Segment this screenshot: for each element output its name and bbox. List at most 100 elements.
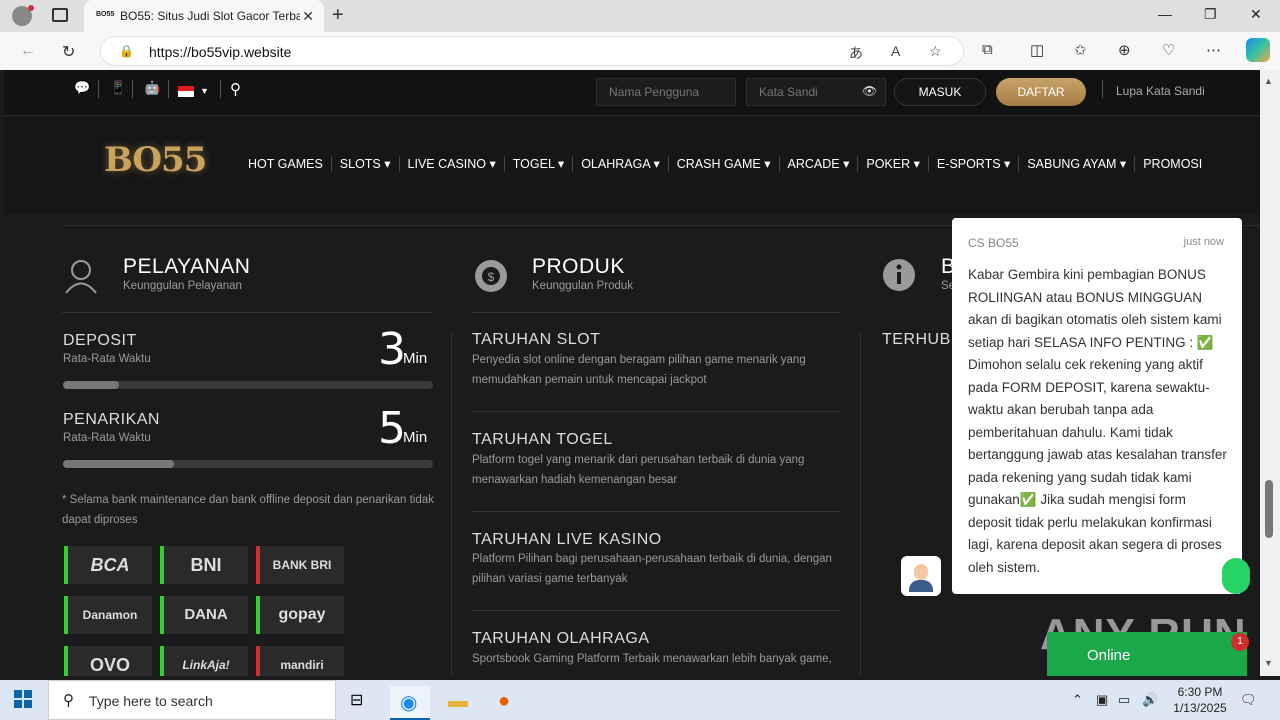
back-icon[interactable]: ←	[20, 42, 36, 60]
scroll-up-icon[interactable]: ▲	[1264, 76, 1273, 86]
read-aloud-icon[interactable]: A	[891, 43, 900, 59]
divider	[471, 312, 841, 313]
task-view-icon[interactable]: ⊟	[340, 686, 380, 720]
copilot-icon[interactable]	[1246, 38, 1270, 62]
withdraw-bar-fill	[63, 460, 174, 468]
extensions-icon[interactable]: ⧉	[982, 41, 993, 58]
indonesia-flag-icon[interactable]	[178, 86, 194, 97]
show-password-icon[interactable]: 👁	[862, 84, 877, 98]
refresh-icon[interactable]: ↻	[62, 42, 75, 62]
chat-sender: CS BO55	[968, 236, 1019, 250]
search-placeholder: Type here to search	[89, 693, 213, 709]
menu-item-promosi[interactable]: PROMOSI	[1134, 156, 1210, 172]
deposit-unit: Min	[403, 350, 428, 367]
menu-item-slots[interactable]: SLOTS ▾	[330, 156, 399, 172]
login-button[interactable]: MASUK	[894, 78, 986, 106]
bank-bri: BANK BRI	[256, 546, 344, 584]
android-icon[interactable]: 🤖	[144, 80, 160, 96]
collections-icon[interactable]: ⊕	[1118, 41, 1131, 59]
menu-item-live-casino[interactable]: LIVE CASINO ▾	[398, 156, 504, 172]
menu-item-olahraga[interactable]: OLAHRAGA ▾	[572, 156, 668, 172]
coin-icon: $	[475, 260, 507, 292]
chat-popup[interactable]: CS BO55 just now Kabar Gembira kini pemb…	[952, 218, 1242, 594]
divider	[98, 80, 99, 98]
scrollbar-thumb[interactable]	[1265, 480, 1273, 538]
product-title: PRODUK	[532, 255, 625, 278]
file-explorer-icon[interactable]: ▬	[438, 686, 478, 720]
close-icon[interactable]: ✕	[302, 8, 314, 25]
username-field[interactable]	[596, 78, 736, 106]
online-chat-button[interactable]: Online	[1047, 632, 1247, 676]
favorite-icon[interactable]: ☆	[929, 43, 942, 60]
minimize-icon[interactable]: —	[1158, 6, 1172, 22]
mobile-icon[interactable]: 📱	[110, 80, 126, 96]
bank-mandiri: mandiri	[256, 646, 344, 676]
device-icon[interactable]: ▣	[1096, 692, 1108, 708]
divider	[471, 511, 841, 512]
firefox-icon[interactable]: ●	[488, 686, 528, 720]
withdraw-sub: Rata-Rata Waktu	[63, 432, 151, 444]
divider	[168, 80, 169, 98]
lock-icon[interactable]: 🔒	[119, 44, 134, 58]
agent-avatar	[901, 556, 941, 596]
menu-item-arcade[interactable]: ARCADE ▾	[778, 156, 858, 172]
url-text[interactable]: https://bo55vip.website	[149, 44, 291, 60]
deposit-bar-fill	[63, 381, 119, 389]
chat-time: just now	[1183, 236, 1224, 248]
windows-start-icon[interactable]	[14, 690, 32, 708]
chat-icon[interactable]: 💬	[74, 80, 90, 96]
clock-time: 6:30 PM	[1177, 685, 1223, 699]
search-icon[interactable]: ⚲	[230, 80, 241, 98]
product-item-title: TARUHAN TOGEL	[472, 431, 613, 448]
withdraw-unit: Min	[403, 429, 428, 446]
notification-icon[interactable]: 🗨	[1240, 692, 1257, 708]
product-item-title: TARUHAN OLAHRAGA	[472, 630, 650, 647]
translate-icon[interactable]: あ	[849, 43, 863, 63]
bank-bni: BNI	[160, 546, 248, 584]
withdraw-value: 5	[378, 403, 406, 454]
more-icon[interactable]: ⋯	[1206, 41, 1221, 59]
bank-danamon: Danamon	[64, 596, 152, 634]
product-item-desc: Penyedia slot online dengan beragam pili…	[472, 354, 806, 386]
performance-icon[interactable]: ♡	[1162, 41, 1175, 59]
scroll-down-icon[interactable]: ▼	[1264, 658, 1273, 668]
site-logo[interactable]: BO55	[104, 140, 207, 180]
divider	[220, 80, 221, 98]
menu-item-hot-games[interactable]: HOT GAMES	[240, 156, 331, 172]
taskbar-search[interactable]: ⚲ Type here to search	[48, 680, 336, 720]
bank-dana: DANA	[160, 596, 248, 634]
window-close-icon[interactable]: ✕	[1250, 6, 1262, 23]
new-tab-icon[interactable]: +	[332, 4, 344, 27]
whatsapp-icon[interactable]	[1222, 558, 1250, 594]
forgot-password-link[interactable]: Lupa Kata Sandi	[1116, 84, 1205, 98]
top-strip: 💬 📱 🤖 ▼ ⚲ 👁 MASUK DAFTAR Lupa Kata Sandi	[4, 70, 1260, 116]
deposit-bar	[63, 381, 433, 389]
maximize-icon[interactable]: ❐	[1204, 6, 1217, 23]
menu-item-sabung-ayam[interactable]: SABUNG AYAM ▾	[1018, 156, 1134, 172]
address-bar[interactable]: 🔒 https://bo55vip.website あ A ☆	[100, 36, 964, 66]
divider	[62, 312, 432, 313]
menu-item-poker[interactable]: POKER ▾	[857, 156, 928, 172]
tab-actions-icon[interactable]	[52, 8, 68, 22]
clock[interactable]: 6:30 PM 1/13/2025	[1160, 684, 1240, 716]
notification-dot	[28, 5, 34, 11]
product-subtitle: Keunggulan Produk	[532, 280, 634, 292]
deposit-sub: Rata-Rata Waktu	[63, 353, 151, 365]
product-item-desc: Platform Pilihan bagi perusahaan-perusah…	[472, 553, 832, 585]
network-icon[interactable]: ▭	[1118, 692, 1130, 708]
register-button[interactable]: DAFTAR	[996, 78, 1086, 106]
edge-icon[interactable]: ◉	[390, 686, 430, 720]
menu-item-crash-game[interactable]: CRASH GAME ▾	[667, 156, 779, 172]
menu-item-togel[interactable]: TOGEL ▾	[503, 156, 572, 172]
chevron-down-icon[interactable]: ▼	[200, 86, 209, 96]
windows-taskbar: ⚲ Type here to search ⊟ ◉ ▬ ● ⌃ ▣ ▭ 🔊 6:…	[0, 680, 1280, 720]
browser-tab[interactable]: BO55 BO55: Situs Judi Slot Gacor Terbaik…	[84, 0, 324, 32]
service-title: PELAYANAN	[123, 255, 251, 278]
volume-icon[interactable]: 🔊	[1142, 692, 1158, 708]
chevron-up-icon[interactable]: ⌃	[1072, 692, 1083, 708]
favorites-bar-icon[interactable]: ✩	[1074, 41, 1087, 59]
split-screen-icon[interactable]: ◫	[1030, 41, 1044, 59]
search-icon: ⚲	[63, 692, 74, 709]
menu-item-e-sports[interactable]: E-SPORTS ▾	[927, 156, 1018, 172]
page-scrollbar[interactable]	[1260, 70, 1280, 676]
